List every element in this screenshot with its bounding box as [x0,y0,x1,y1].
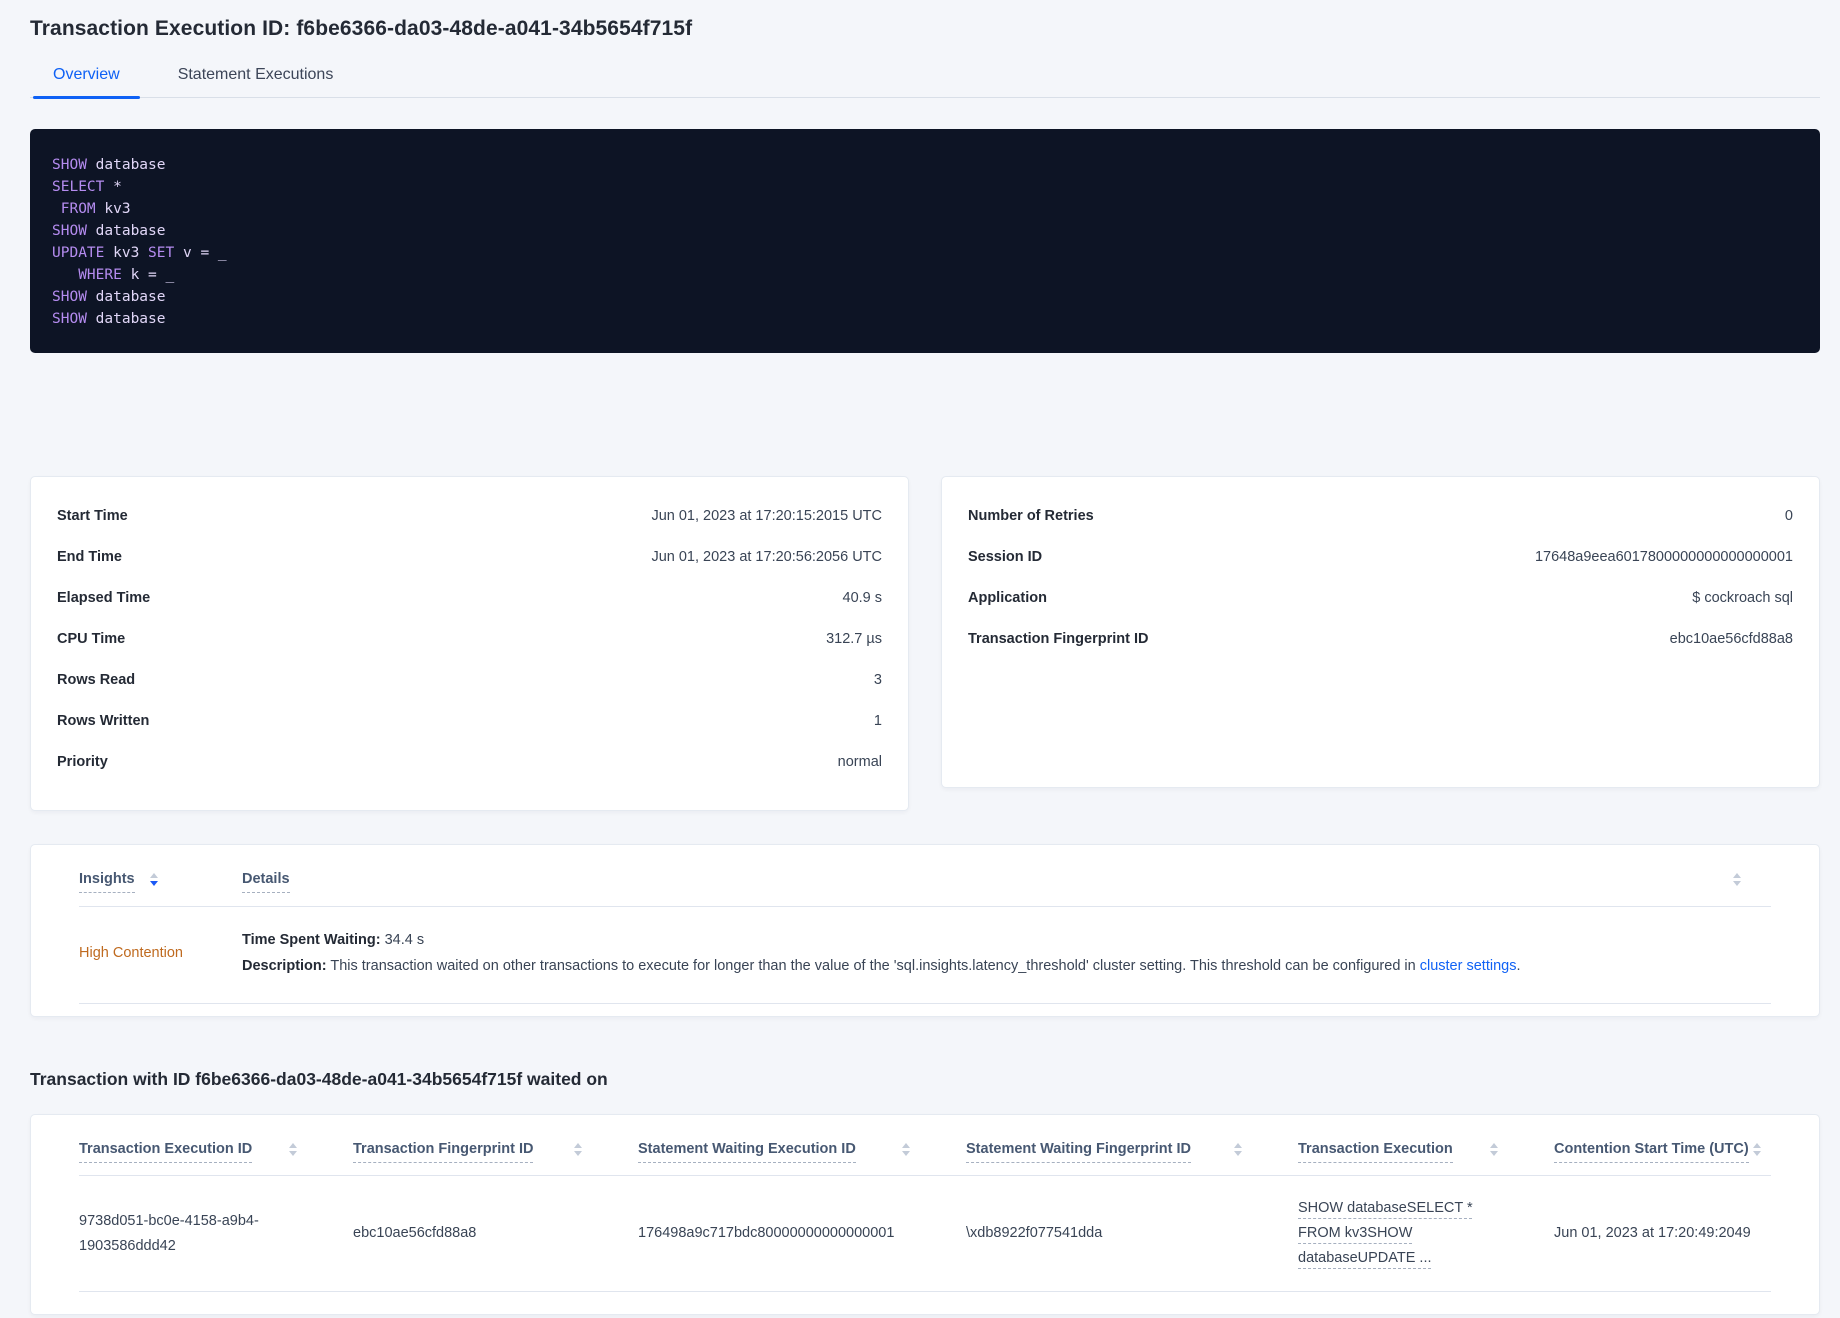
column-label[interactable]: Statement Waiting Execution ID [638,1141,856,1163]
cell-contention-start-time: Jun 01, 2023 at 17:20:49:2049 [1554,1225,1751,1241]
row-label: CPU Time [57,631,126,647]
session-summary-card: Number of Retries 0 Session ID 17648a9ee… [941,476,1820,788]
sql-line: UPDATE kv3 SET v = _ [52,245,227,261]
row-label: Transaction Fingerprint ID [968,631,1149,647]
sql-line: SHOW database [52,311,166,327]
waited-on-table-row: 9738d051-bc0e-4158-a9b4-1903586ddd42 ebc… [79,1176,1771,1292]
summary-row-transaction-fingerprint-id: Transaction Fingerprint ID ebc10ae56cfd8… [968,631,1793,651]
column-label[interactable]: Transaction Execution [1298,1141,1453,1163]
row-value: 1 [873,713,882,729]
row-label: Application [968,590,1047,606]
waiting-label: Time Spent Waiting: [242,932,381,948]
column-header-statement-waiting-execution-id: Statement Waiting Execution ID [638,1141,966,1163]
summary-row-priority: Priority normal [57,754,882,774]
row-value: Jun 01, 2023 at 17:20:15:2015 UTC [651,508,882,524]
row-label: Elapsed Time [57,590,151,606]
sort-arrows-desc-icon[interactable] [149,873,158,886]
insights-column-header: Insights [79,871,242,893]
summary-row-elapsed-time: Elapsed Time 40.9 s [57,590,882,610]
sort-arrows-icon[interactable] [1733,873,1741,886]
description-line: Description: This transaction waited on … [242,953,1771,979]
insights-table-header: Insights Details [79,845,1771,907]
sort-arrows-icon[interactable] [902,1143,910,1156]
row-label: Start Time [57,508,128,524]
sort-arrows-icon[interactable] [574,1143,582,1156]
summary-row-number-of-retries: Number of Retries 0 [968,508,1793,528]
row-label: Rows Written [57,713,150,729]
cell-transaction-execution: SHOW databaseSELECT * FROM kv3SHOW datab… [1298,1196,1554,1271]
cluster-settings-link[interactable]: cluster settings [1420,958,1517,974]
row-label: Number of Retries [968,508,1094,524]
sort-arrows-icon[interactable] [1234,1143,1242,1156]
sql-line: SHOW database [52,223,166,239]
row-label: Session ID [968,549,1043,565]
transaction-execution-link[interactable]: SHOW databaseSELECT * FROM kv3SHOW datab… [1298,1196,1476,1271]
tab-overview[interactable]: Overview [33,66,140,99]
sql-line: SELECT * [52,179,122,195]
row-value: Jun 01, 2023 at 17:20:56:2056 UTC [651,549,882,565]
time-spent-waiting-line: Time Spent Waiting: 34.4 s [242,927,1771,953]
row-label: Rows Read [57,672,136,688]
sql-line: SHOW database [52,157,166,173]
waited-on-table-card: Transaction Execution ID Transaction Fin… [30,1114,1820,1315]
column-header-statement-waiting-fingerprint-id: Statement Waiting Fingerprint ID [966,1141,1298,1163]
insight-row: High Contention Time Spent Waiting: 34.4… [79,907,1771,1004]
summary-row-start-time: Start Time Jun 01, 2023 at 17:20:15:2015… [57,508,882,528]
column-label[interactable]: Statement Waiting Fingerprint ID [966,1141,1192,1163]
sql-line: SHOW database [52,289,166,305]
sql-line: WHERE k = _ [78,267,175,283]
column-header-contention-start-time: Contention Start Time (UTC) [1554,1141,1771,1163]
tab-statement-executions[interactable]: Statement Executions [158,66,354,97]
column-label[interactable]: Contention Start Time (UTC) [1554,1141,1749,1163]
row-label: End Time [57,549,122,565]
row-value: $ cockroach sql [1692,590,1793,606]
waited-on-heading: Transaction with ID f6be6366-da03-48de-a… [30,1069,608,1089]
row-value: 312.7 µs [826,631,882,647]
sort-arrows-icon[interactable] [1490,1143,1498,1156]
transaction-fingerprint-id-link[interactable]: ebc10ae56cfd88a8 [1670,631,1793,647]
details-column-label[interactable]: Details [242,871,290,893]
insights-column-label[interactable]: Insights [79,871,135,893]
page-content: Transaction Execution ID: f6be6366-da03-… [30,0,1820,1315]
row-value: 40.9 s [842,590,883,606]
insight-type-badge: High Contention [79,945,183,961]
summary-row-rows-read: Rows Read 3 [57,672,882,692]
insights-card: Insights Details High Contention Time Sp… [30,844,1820,1017]
sql-line: FROM kv3 [60,201,131,217]
waited-on-table-header: Transaction Execution ID Transaction Fin… [79,1115,1771,1176]
summary-row-end-time: End Time Jun 01, 2023 at 17:20:56:2056 U… [57,549,882,569]
tab-statement-executions-label: Statement Executions [177,66,334,83]
sort-arrows-icon[interactable] [289,1143,297,1156]
summary-row-cpu-time: CPU Time 312.7 µs [57,631,882,651]
cell-transaction-execution-id: 9738d051-bc0e-4158-a9b4-1903586ddd42 [79,1212,259,1254]
row-value: 0 [1784,508,1793,524]
cell-statement-waiting-fingerprint-id: \xdb8922f077541dda [966,1225,1103,1241]
column-header-transaction-fingerprint-id: Transaction Fingerprint ID [353,1141,638,1163]
sort-arrows-icon[interactable] [1753,1143,1761,1156]
page-title: Transaction Execution ID: f6be6366-da03-… [30,17,693,40]
column-header-transaction-execution: Transaction Execution [1298,1141,1554,1163]
row-value: 3 [873,672,882,688]
tab-bar: Overview Statement Executions [30,66,1820,99]
summary-row-rows-written: Rows Written 1 [57,713,882,733]
column-label[interactable]: Transaction Fingerprint ID [353,1141,534,1163]
description-label: Description: [242,958,327,974]
summary-row-session-id: Session ID 17648a9eea6017800000000000000… [968,549,1793,569]
tab-overview-label: Overview [53,66,120,83]
insight-details: Time Spent Waiting: 34.4 s Description: … [242,927,1771,979]
cell-statement-waiting-execution-id: 176498a9c717bdc80000000000000001 [638,1225,895,1241]
summary-cards-row: Start Time Jun 01, 2023 at 17:20:15:2015… [30,476,1820,811]
column-header-transaction-execution-id: Transaction Execution ID [79,1141,353,1163]
sql-statements-box: SHOW database SELECT * FROM kv3 SHOW datab… [30,129,1820,353]
description-period: . [1516,958,1521,974]
row-label: Priority [57,754,108,770]
waiting-value: 34.4 s [380,932,425,948]
row-value: 17648a9eea6017800000000000000001 [1534,549,1793,565]
summary-row-application: Application $ cockroach sql [968,590,1793,610]
timing-summary-card: Start Time Jun 01, 2023 at 17:20:15:2015… [30,476,909,811]
column-label[interactable]: Transaction Execution ID [79,1141,253,1163]
description-text: This transaction waited on other transac… [326,958,1420,974]
row-value: normal [837,754,882,770]
cell-transaction-fingerprint-id: ebc10ae56cfd88a8 [353,1225,477,1241]
